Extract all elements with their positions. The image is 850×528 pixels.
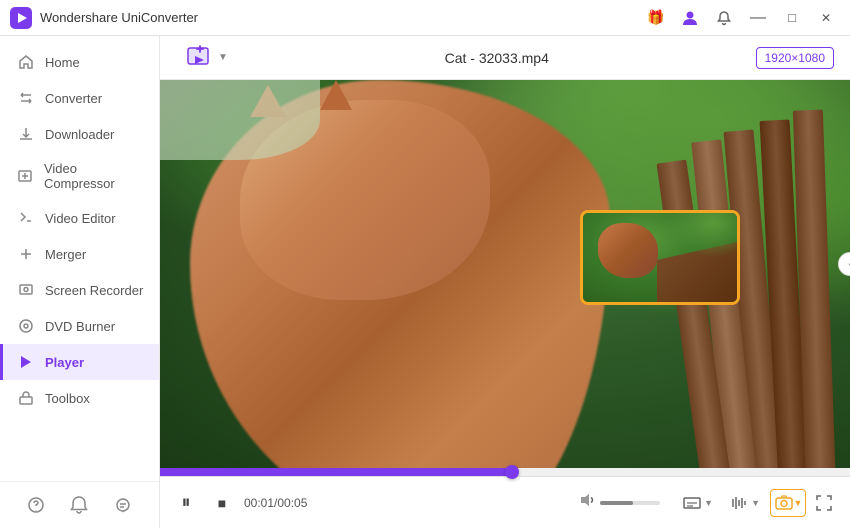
cat-ear-right (320, 80, 352, 110)
sidebar-item-label: Home (45, 55, 80, 70)
resolution-badge: 1920×1080 (756, 47, 834, 69)
thumb-cat (598, 223, 658, 278)
sidebar-item-label: Screen Recorder (45, 283, 143, 298)
feedback-icon[interactable] (112, 494, 134, 516)
controls-bar: ⏸ ■ 00:01/00:05 (160, 476, 850, 528)
volume-section (578, 491, 660, 514)
sidebar-item-label: DVD Burner (45, 319, 115, 334)
sidebar-item-converter[interactable]: Converter (0, 80, 159, 116)
thumbnail-preview (580, 210, 740, 305)
progress-bar[interactable] (160, 468, 850, 476)
app-logo (10, 7, 32, 29)
progress-fill (160, 468, 512, 476)
main-layout: Home Converter Downloader (0, 36, 850, 528)
right-controls: ▼ ▼ ▼ (676, 489, 838, 517)
content-area: ▼ Cat - 32033.mp4 1920×1080 (160, 36, 850, 528)
video-container (160, 80, 850, 468)
stop-button[interactable]: ■ (208, 489, 236, 517)
app-title: Wondershare UniConverter (40, 10, 642, 25)
add-file-button[interactable]: ▼ (176, 38, 238, 78)
video-editor-icon (17, 209, 35, 227)
gift-icon[interactable]: 🎁 (642, 4, 670, 32)
sidebar-item-label: Video Editor (45, 211, 116, 226)
help-icon[interactable] (25, 494, 47, 516)
thumb-greenery (657, 213, 737, 263)
screen-recorder-icon (17, 281, 35, 299)
bell-icon[interactable] (710, 4, 738, 32)
merger-icon (17, 245, 35, 263)
sidebar: Home Converter Downloader (0, 36, 160, 528)
content-header: ▼ Cat - 32033.mp4 1920×1080 (160, 36, 850, 80)
thumbnail-inner (583, 213, 737, 302)
audio-button[interactable]: ▼ (723, 490, 766, 516)
subtitle-dropdown[interactable]: ▼ (704, 498, 713, 508)
toolbox-icon (17, 389, 35, 407)
sidebar-item-video-compressor[interactable]: Video Compressor (0, 152, 159, 200)
sidebar-item-toolbox[interactable]: Toolbox (0, 380, 159, 416)
sidebar-item-merger[interactable]: Merger (0, 236, 159, 272)
time-current: 00:01 (244, 496, 274, 510)
sidebar-item-label: Player (45, 355, 84, 370)
sidebar-bottom (0, 481, 159, 528)
audio-dropdown[interactable]: ▼ (751, 498, 760, 508)
volume-fill (600, 501, 633, 505)
sidebar-item-label: Video Compressor (44, 161, 145, 191)
close-button[interactable]: ✕ (812, 4, 840, 32)
volume-slider[interactable] (600, 501, 660, 505)
sky-area (160, 80, 320, 160)
titlebar: Wondershare UniConverter 🎁 — □ ✕ (0, 0, 850, 36)
snapshot-dropdown[interactable]: ▼ (794, 498, 803, 508)
sidebar-item-label: Converter (45, 91, 102, 106)
video-background (160, 80, 850, 468)
filename-label: Cat - 32033.mp4 (246, 50, 748, 66)
time-display: 00:01/00:05 (244, 496, 314, 510)
titlebar-controls: 🎁 — □ ✕ (642, 4, 840, 32)
dvd-burner-icon (17, 317, 35, 335)
progress-thumb[interactable] (505, 465, 519, 479)
volume-icon[interactable] (578, 491, 596, 514)
subtitle-button[interactable]: ▼ (676, 490, 719, 516)
sidebar-item-dvd-burner[interactable]: DVD Burner (0, 308, 159, 344)
maximize-button[interactable]: □ (778, 4, 806, 32)
home-icon (17, 53, 35, 71)
sidebar-item-label: Downloader (45, 127, 114, 142)
add-file-dropdown-arrow[interactable]: ▼ (218, 52, 228, 63)
fullscreen-button[interactable] (810, 489, 838, 517)
downloader-icon (17, 125, 35, 143)
sidebar-item-screen-recorder[interactable]: Screen Recorder (0, 272, 159, 308)
notification-icon[interactable] (68, 494, 90, 516)
player-icon (17, 353, 35, 371)
time-total: 00:05 (277, 496, 307, 510)
video-compressor-icon (17, 167, 34, 185)
snapshot-button[interactable]: ▼ (770, 489, 806, 517)
sidebar-item-label: Merger (45, 247, 86, 262)
sidebar-item-home[interactable]: Home (0, 44, 159, 80)
user-icon[interactable] (676, 4, 704, 32)
pause-button[interactable]: ⏸ (172, 489, 200, 517)
sidebar-item-downloader[interactable]: Downloader (0, 116, 159, 152)
sidebar-item-player[interactable]: Player (0, 344, 159, 380)
sidebar-item-label: Toolbox (45, 391, 90, 406)
converter-icon (17, 89, 35, 107)
minimize-button[interactable]: — (744, 4, 772, 32)
sidebar-item-video-editor[interactable]: Video Editor (0, 200, 159, 236)
